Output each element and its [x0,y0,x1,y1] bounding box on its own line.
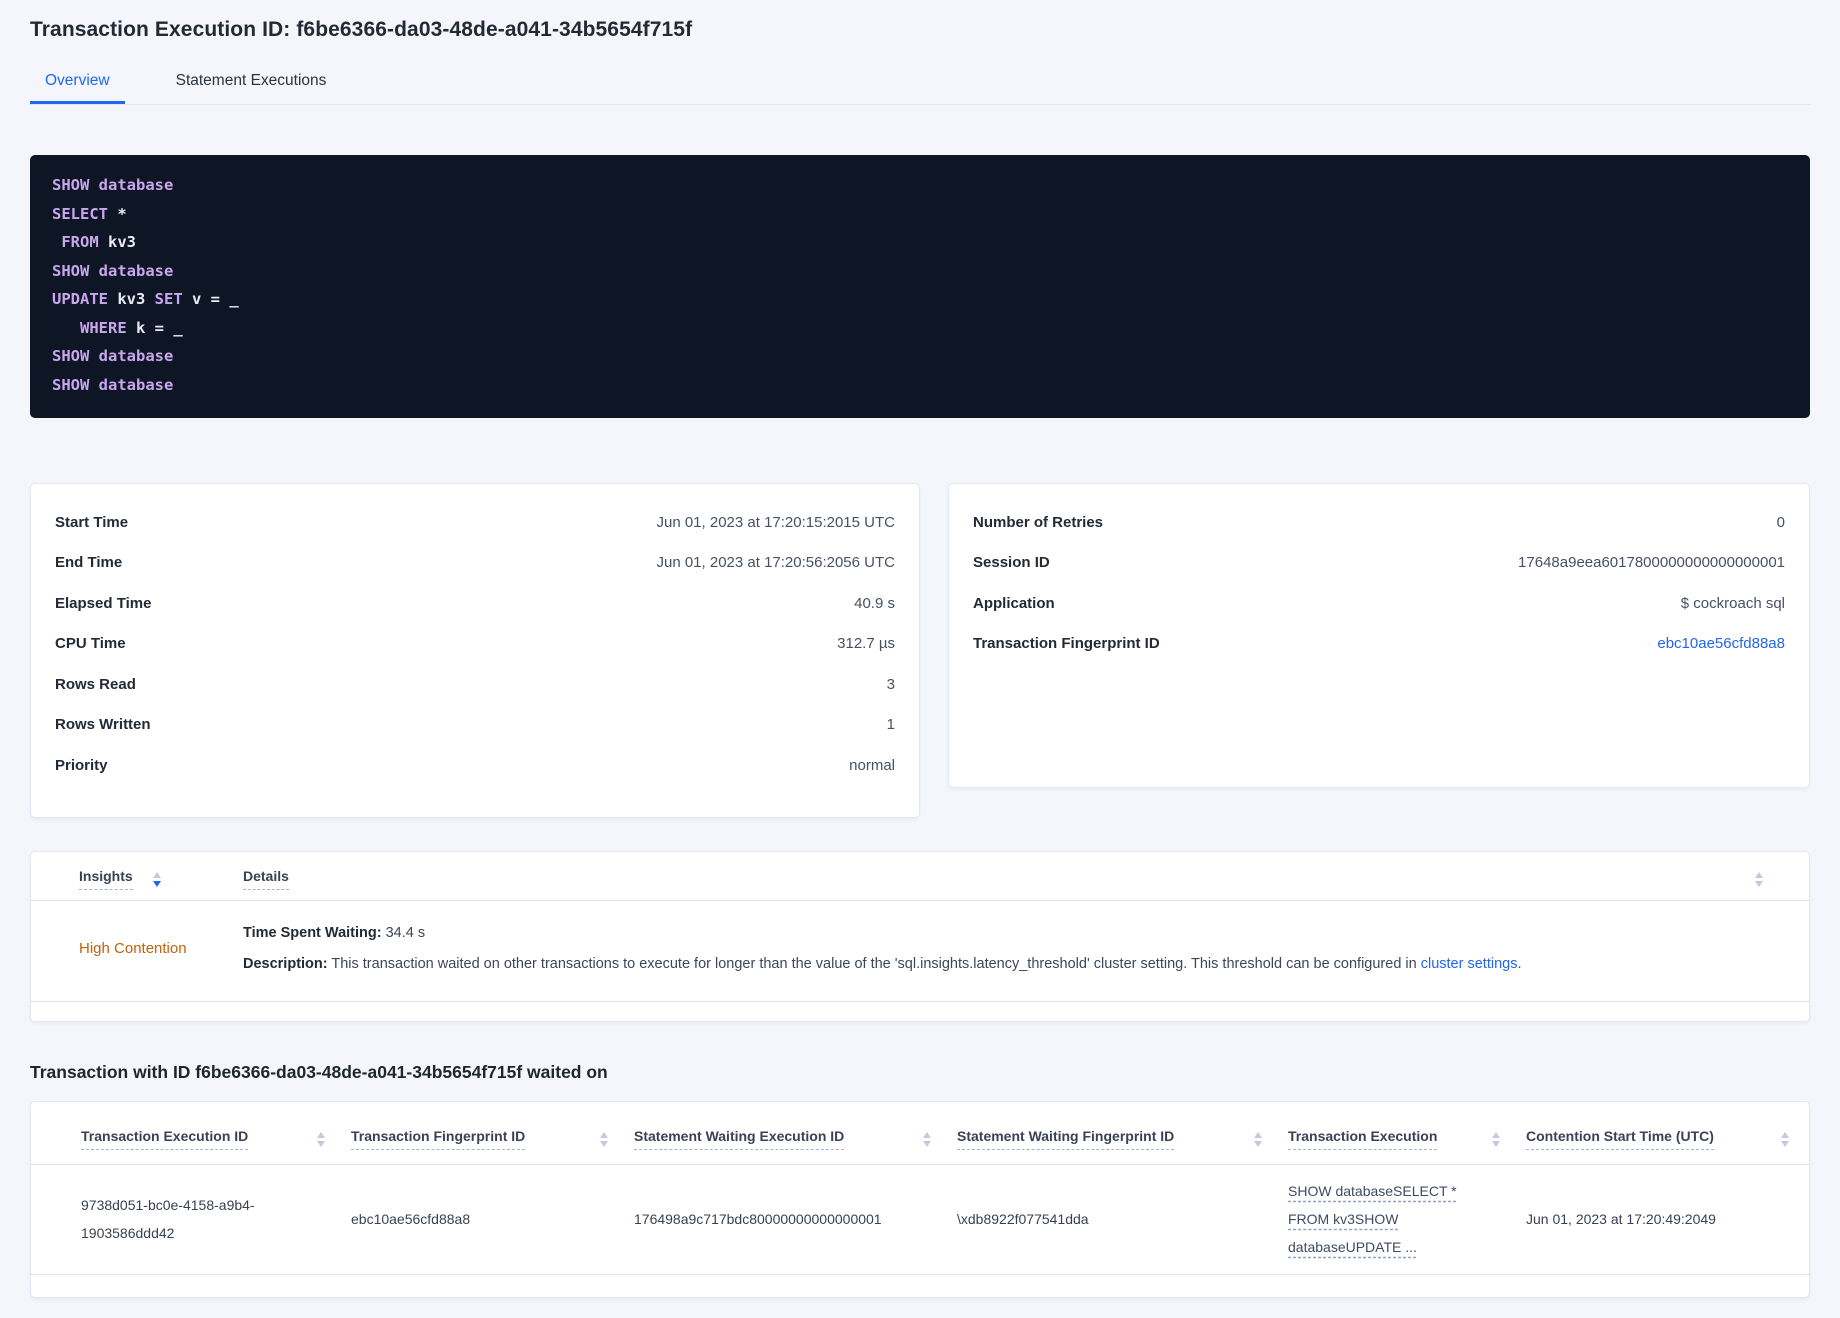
stat-label: Start Time [55,513,129,531]
sql-line: SHOW database [52,347,174,365]
stat-label: CPU Time [55,635,126,653]
transaction-details-page: Transaction Execution ID: f6be6366-da03-… [0,0,1840,1298]
stat-row-elapsed-time: Elapsed Time 40.9 s [55,583,895,624]
sort-icon[interactable] [1492,1132,1500,1148]
stat-value: $ cockroach sql [1680,594,1785,612]
stat-label: Application [973,594,1055,612]
cell-contention-start-time: Jun 01, 2023 at 17:20:49:2049 [1526,1211,1716,1228]
sort-icon[interactable] [1781,1132,1789,1148]
insights-table-header: Insights Details [31,852,1809,900]
time-spent-waiting: Time Spent Waiting: 34.4 s [243,925,426,941]
waited-on-table-header: Transaction Execution ID Transaction Fin… [31,1102,1809,1164]
sql-statements-box: SHOW database SELECT * FROM kv3 SHOW dat… [30,155,1810,418]
waited-on-heading: Transaction with ID f6be6366-da03-48de-a… [30,1062,608,1083]
insights-table-card: Insights Details High Contention Time Sp… [30,851,1810,1023]
stat-value: 312.7 µs [837,635,895,653]
stat-row-session-id: Session ID 17648a9eea6017800000000000000… [973,543,1785,584]
page-title: Transaction Execution ID: f6be6366-da03-… [30,18,693,41]
stat-value: 17648a9eea6017800000000000000001 [1518,554,1785,572]
sort-icon[interactable] [1254,1132,1262,1148]
sql-line: FROM kv3 [61,233,136,251]
transaction-fingerprint-link[interactable]: ebc10ae56cfd88a8 [1657,635,1785,652]
stat-value: 40.9 s [854,594,895,612]
cell-stmt-waiting-execution-id: 176498a9c717bdc80000000000000001 [634,1211,882,1228]
stat-row-start-time: Start Time Jun 01, 2023 at 17:20:15:2015… [55,502,895,543]
stat-row-end-time: End Time Jun 01, 2023 at 17:20:56:2056 U… [55,543,895,584]
overview-stats-card: Start Time Jun 01, 2023 at 17:20:15:2015… [30,483,920,818]
stat-row-priority: Priority normal [55,745,895,786]
insight-row: High Contention Time Spent Waiting: 34.4… [31,901,1809,1001]
divider [31,1001,1809,1003]
stat-value: normal [849,756,895,774]
stat-row-retries: Number of Retries 0 [973,502,1785,543]
stat-label: Elapsed Time [55,594,152,612]
cell-txn-fingerprint-id: ebc10ae56cfd88a8 [351,1211,471,1228]
details-column-label[interactable]: Details [243,868,289,890]
stat-value: 1 [886,716,895,734]
column-header-contention-start: Contention Start Time (UTC) [1526,1128,1789,1151]
waited-on-table-card: Transaction Execution ID Transaction Fin… [30,1101,1810,1298]
tab-bar: Overview Statement Executions [30,62,1810,105]
tab-statement-executions[interactable]: Statement Executions [161,62,342,104]
sort-icon[interactable] [152,872,161,887]
sql-line: UPDATE kv3 SET v = _ [52,290,239,308]
stat-label: Rows Written [55,716,151,734]
tab-overview[interactable]: Overview [30,62,125,104]
waited-on-table-row: 9738d051-bc0e-4158-a9b4-1903586ddd42 ebc… [31,1165,1809,1274]
stat-row-cpu-time: CPU Time 312.7 µs [55,624,895,665]
stat-value: 0 [1776,513,1785,531]
column-header-txn-execution: Transaction Execution [1288,1128,1526,1151]
stat-row-txn-fingerprint: Transaction Fingerprint ID ebc10ae56cfd8… [973,624,1785,665]
stat-label: Transaction Fingerprint ID [973,635,1160,653]
stat-row-rows-written: Rows Written 1 [55,705,895,746]
column-header-stmt-waiting-execution-id: Statement Waiting Execution ID [634,1128,957,1151]
column-header-txn-execution-id: Transaction Execution ID [81,1128,351,1151]
stat-row-rows-read: Rows Read 3 [55,664,895,705]
stat-label: Session ID [973,554,1050,572]
cell-txn-execution-id: 9738d051-bc0e-4158-a9b4-1903586ddd42 [81,1196,255,1242]
stat-label: Rows Read [55,675,136,693]
transaction-execution-link[interactable]: SHOW databaseSELECT * FROM kv3SHOW datab… [1288,1177,1466,1261]
sql-line: WHERE k = _ [80,318,183,337]
sql-line: SHOW database [52,176,174,194]
sql-line: SELECT * [52,204,127,223]
divider [31,1273,1809,1275]
sort-icon[interactable] [923,1132,931,1148]
sort-icon[interactable] [317,1132,325,1148]
stat-label: Priority [55,756,108,774]
insight-type-badge: High Contention [79,940,187,958]
stat-value: Jun 01, 2023 at 17:20:56:2056 UTC [656,554,895,572]
stat-label: Number of Retries [973,513,1104,531]
stat-value: 3 [886,675,895,693]
sort-icon[interactable] [600,1132,608,1148]
sql-line: SHOW database [52,261,174,280]
session-stats-card: Number of Retries 0 Session ID 17648a9ee… [948,483,1810,788]
sort-icon[interactable] [1755,872,1763,887]
details-column-header: Details [243,868,1755,890]
stat-row-application: Application $ cockroach sql [973,583,1785,624]
stat-label: End Time [55,554,123,572]
insights-column-label[interactable]: Insights [79,868,133,890]
column-header-txn-fingerprint-id: Transaction Fingerprint ID [351,1128,634,1151]
stat-value: Jun 01, 2023 at 17:20:15:2015 UTC [656,513,895,531]
cell-stmt-waiting-fingerprint-id: \xdb8922f077541dda [957,1211,1089,1228]
cluster-settings-link[interactable]: cluster settings [1421,956,1518,972]
column-header-stmt-waiting-fingerprint-id: Statement Waiting Fingerprint ID [957,1128,1288,1151]
sql-line: SHOW database [52,375,174,394]
cell-txn-execution: SHOW databaseSELECT * FROM kv3SHOW datab… [1288,1177,1526,1262]
summary-cards: Start Time Jun 01, 2023 at 17:20:15:2015… [30,483,1810,818]
insight-description: Description: This transaction waited on … [243,956,1522,973]
insights-column-header: Insights [79,868,243,890]
